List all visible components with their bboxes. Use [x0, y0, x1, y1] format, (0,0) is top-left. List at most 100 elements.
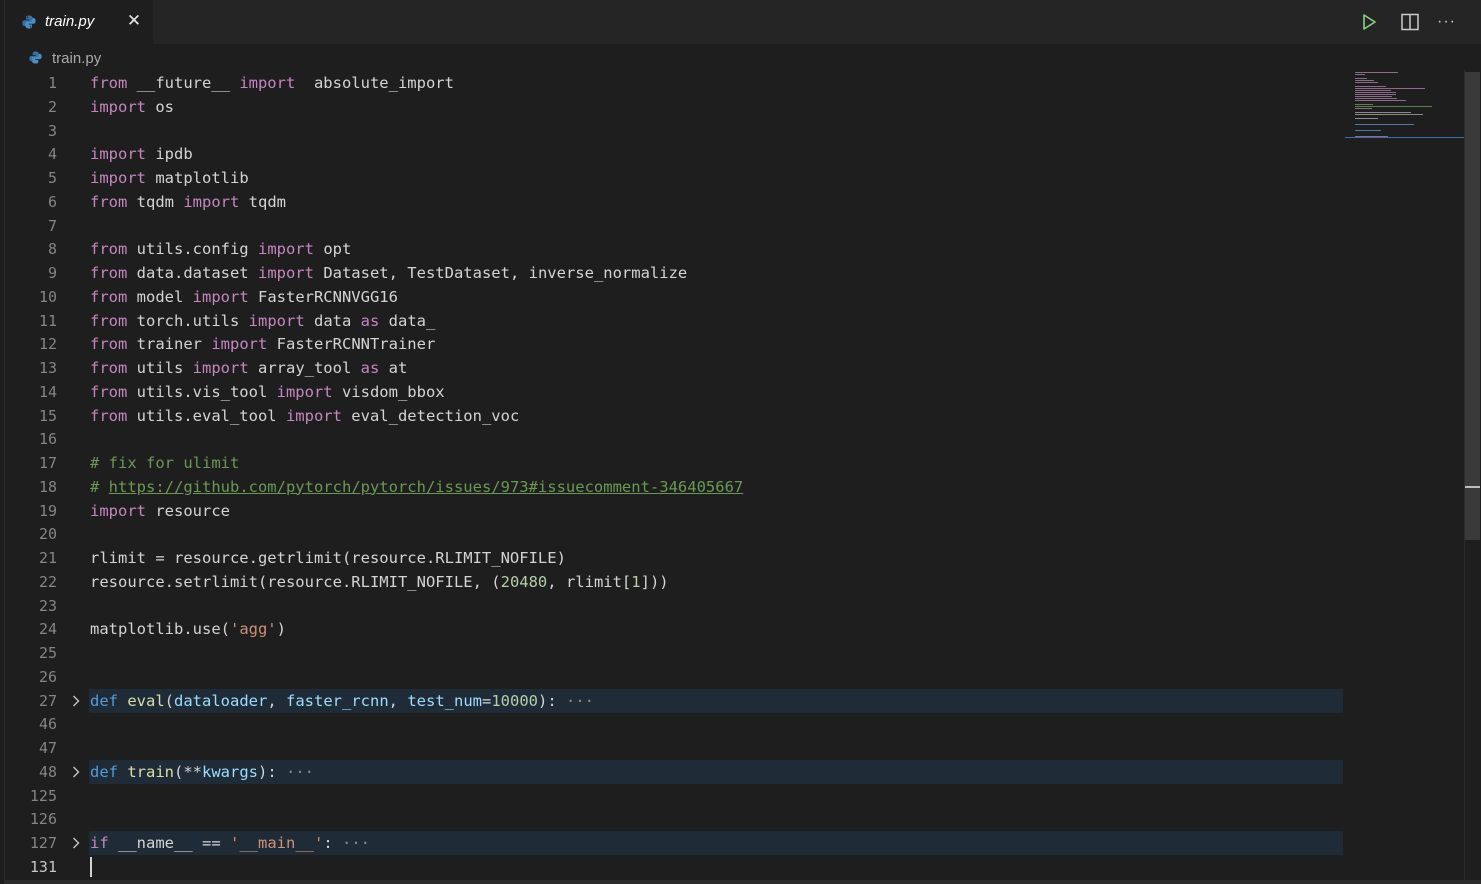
code-line[interactable]: 46 [5, 712, 1345, 736]
code-token: ) [276, 620, 286, 639]
code-line[interactable]: 8 from utils.config import opt [5, 237, 1345, 261]
play-icon[interactable] [1359, 11, 1379, 33]
chevron-right-icon[interactable] [69, 765, 83, 779]
line-number: 21 [38, 549, 57, 567]
minimap-line [1355, 86, 1386, 87]
minimap-viewport[interactable] [1345, 137, 1465, 138]
folded-code-line[interactable]: 48 def train(**kwargs): ··· [5, 759, 1345, 784]
code-token: from [90, 359, 128, 377]
line-number: 1 [47, 74, 57, 92]
code-text: from utils.vis_tool import visdom_bbox [90, 380, 445, 404]
code-line[interactable]: 14 from utils.vis_tool import visdom_bbox [5, 380, 1345, 404]
code-line[interactable]: 131 [5, 855, 1345, 879]
code-line[interactable]: 22 resource.setrlimit(resource.RLIMIT_NOF… [5, 570, 1345, 594]
tab-train-py[interactable]: train.py ✕ [5, 0, 153, 44]
vertical-scrollbar[interactable] [1464, 70, 1480, 884]
code-line[interactable]: 17 # fix for ulimit [5, 451, 1345, 475]
code-token: matplotlib [146, 169, 249, 187]
code-line[interactable]: 2 import os [5, 95, 1345, 119]
code-line[interactable]: 16 [5, 427, 1345, 451]
minimap[interactable] [1345, 70, 1465, 884]
code-token: import [257, 264, 314, 282]
code-line[interactable]: 15 from utils.eval_tool import eval_detec… [5, 404, 1345, 428]
code-token: visdom_bbox [332, 382, 445, 401]
code-text: import os [90, 95, 174, 119]
tab-label: train.py [45, 13, 95, 30]
line-number: 3 [47, 121, 57, 140]
code-line[interactable]: 126 [5, 807, 1345, 831]
code-line[interactable]: 5 import matplotlib [5, 166, 1345, 190]
code-line[interactable]: 13 from utils import array_tool as at [5, 356, 1345, 380]
code-line[interactable]: 11 from torch.utils import data as data_ [5, 309, 1345, 333]
code-text: from utils.config import opt [90, 237, 351, 261]
code-line[interactable]: 1 from __future__ import absolute_import [5, 71, 1345, 95]
code-line[interactable]: 9 from data.dataset import Dataset, TestD… [5, 261, 1345, 285]
folded-code-line[interactable]: 27 def eval(dataloader, faster_rcnn, test… [5, 688, 1345, 713]
code-line[interactable]: 19 import resource [5, 499, 1345, 523]
code-token: utils.eval_tool [127, 406, 286, 425]
line-number: 4 [47, 145, 57, 164]
code-token: opt [313, 240, 352, 259]
close-icon[interactable]: ✕ [125, 11, 143, 31]
code-text: import matplotlib [90, 166, 249, 190]
code-text: if __name__ == '__main__': ··· [90, 831, 370, 855]
code-line[interactable]: 26 [5, 665, 1345, 689]
code-token: os [146, 97, 174, 116]
code-token: resource [146, 501, 230, 520]
line-number: 131 [29, 857, 57, 876]
code-line[interactable]: 3 [5, 119, 1345, 143]
code-token: data.dataset [127, 264, 258, 282]
code-line[interactable]: 21 rlimit = resource.getrlimit(resource.R… [5, 546, 1345, 570]
code-token: utils.vis_tool [127, 382, 277, 401]
line-number: 2 [47, 97, 57, 116]
breadcrumb-file[interactable]: train.py [52, 50, 101, 67]
code-line[interactable]: 4 import ipdb [5, 142, 1345, 166]
code-token: tqdm [239, 192, 286, 211]
code-token: import [192, 359, 249, 377]
code-token: , [267, 691, 287, 710]
line-number: 17 [38, 454, 57, 472]
chevron-right-icon[interactable] [69, 694, 83, 708]
code-line[interactable]: 125 [5, 784, 1345, 808]
python-icon [29, 51, 42, 64]
code-token: (** [174, 762, 203, 781]
line-number: 25 [38, 644, 57, 662]
line-number: 18 [38, 477, 57, 496]
code-line[interactable]: 7 [5, 214, 1345, 238]
code-token: ): [538, 691, 557, 710]
minimap-line [1355, 104, 1373, 105]
code-line[interactable]: 24 matplotlib.use('agg') [5, 617, 1345, 641]
code-line[interactable]: 12 from trainer import FasterRCNNTrainer [5, 332, 1345, 356]
more-actions-icon[interactable]: ··· [1437, 11, 1459, 33]
breadcrumb[interactable]: train.py [5, 44, 1481, 70]
editor-bottom-edge [5, 880, 1481, 884]
code-token: data [304, 311, 361, 330]
minimap-line [1355, 74, 1365, 75]
code-line[interactable]: 10 from model import FasterRCNNVGG16 [5, 285, 1345, 309]
code-editor[interactable]: 1 from __future__ import absolute_import 2… [5, 70, 1345, 884]
code-line[interactable]: 18 # https://github.com/pytorch/pytorch/i… [5, 475, 1345, 499]
code-line[interactable]: 6 from tqdm import tqdm [5, 190, 1345, 214]
code-line[interactable]: 25 [5, 641, 1345, 665]
scrollbar-thumb[interactable] [1465, 72, 1480, 540]
code-token: # fix for ulimit [90, 454, 240, 472]
code-text: matplotlib.use('agg') [90, 617, 286, 641]
split-editor-icon[interactable] [1399, 11, 1421, 33]
code-token: eval [127, 691, 165, 710]
code-token: , rlimit[ [547, 572, 632, 591]
code-token: '__main__' [230, 834, 324, 852]
code-token: ])) [640, 572, 669, 591]
code-token: from [90, 287, 128, 306]
chevron-right-icon[interactable] [69, 836, 83, 850]
folded-code-line[interactable]: 127 if __name__ == '__main__': ··· [5, 831, 1345, 855]
code-line[interactable]: 47 [5, 736, 1345, 760]
code-text: rlimit = resource.getrlimit(resource.RLI… [90, 546, 566, 570]
code-token: import [90, 97, 146, 116]
code-token: def [90, 762, 118, 781]
code-text: from torch.utils import data as data_ [90, 309, 435, 333]
code-line[interactable]: 23 [5, 594, 1345, 618]
comment-link[interactable]: https://github.com/pytorch/pytorch/issue… [109, 478, 744, 496]
code-token: ipdb [146, 145, 193, 164]
code-line[interactable]: 20 [5, 522, 1345, 546]
code-token: = [482, 691, 492, 710]
